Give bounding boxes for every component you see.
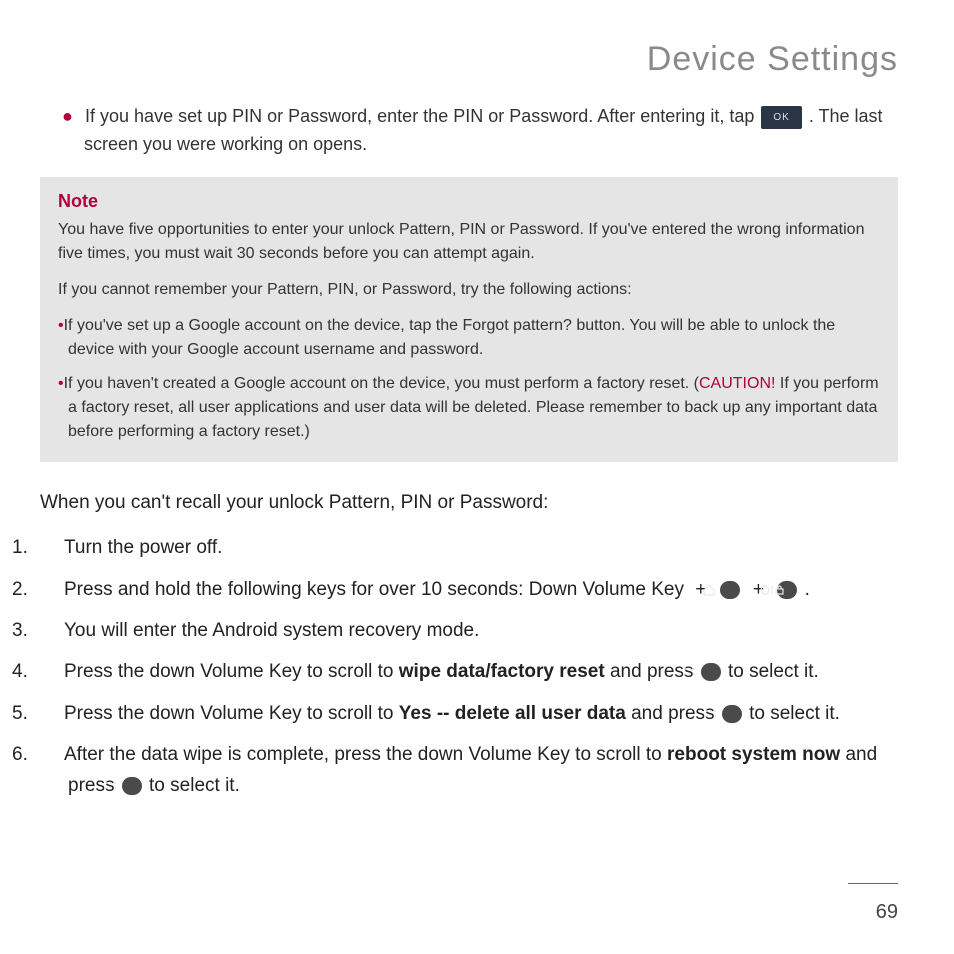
page-title: Device Settings — [40, 40, 898, 79]
step-3-text: You will enter the Android system recove… — [64, 620, 479, 641]
page-number: 69 — [876, 901, 898, 924]
step-6-bold: reboot system now — [667, 744, 840, 765]
step-5-pre: Press the down Volume Key to scroll to — [64, 703, 399, 724]
note-heading: Note — [58, 191, 880, 212]
note-bullet-2-pre: If you haven't created a Google account … — [64, 375, 699, 392]
power-lock-key-icon — [777, 581, 797, 599]
note-paragraph-2: If you cannot remember your Pattern, PIN… — [58, 278, 880, 302]
step-2-post: . — [805, 579, 810, 600]
caution-label: CAUTION! — [699, 375, 775, 392]
note-box: Note You have five opportunities to ente… — [40, 177, 898, 462]
step-4-bold: wipe data/factory reset — [399, 661, 605, 682]
ok-button-icon: OK — [761, 106, 801, 130]
menu-key-icon — [722, 705, 742, 723]
step-2: 2.Press and hold the following keys for … — [40, 574, 898, 605]
step-4: 4.Press the down Volume Key to scroll to… — [40, 656, 898, 687]
page-container: Device Settings ● If you have set up PIN… — [0, 0, 954, 954]
step-3: 3.You will enter the Android system reco… — [40, 615, 898, 646]
note-bullet-1: •If you've set up a Google account on th… — [58, 314, 880, 362]
note-bullet-1-text: If you've set up a Google account on the… — [64, 317, 836, 358]
footer-rule — [848, 883, 898, 884]
home-key-icon — [720, 581, 740, 599]
intro-text-pre: If you have set up PIN or Password, ente… — [85, 106, 759, 126]
step-2-pre: Press and hold the following keys for ov… — [64, 579, 684, 600]
menu-key-icon — [701, 663, 721, 681]
step-4-post: to select it. — [728, 661, 819, 682]
note-paragraph-1: You have five opportunities to enter you… — [58, 218, 880, 266]
menu-key-icon — [122, 777, 142, 795]
step-1: 1.Turn the power off. — [40, 532, 898, 563]
step-5-bold: Yes -- delete all user data — [399, 703, 626, 724]
step-6-post: to select it. — [149, 775, 240, 796]
step-6: 6.After the data wipe is complete, press… — [40, 739, 898, 802]
bullet-dot-icon: ● — [62, 103, 80, 131]
note-bullet-2: •If you haven't created a Google account… — [58, 372, 880, 444]
intro-bullet: ● If you have set up PIN or Password, en… — [84, 103, 898, 159]
step-5-post: to select it. — [749, 703, 840, 724]
body-lead: When you can't recall your unlock Patter… — [40, 488, 898, 518]
step-4-pre: Press the down Volume Key to scroll to — [64, 661, 399, 682]
step-6-pre: After the data wipe is complete, press t… — [64, 744, 667, 765]
step-5: 5.Press the down Volume Key to scroll to… — [40, 698, 898, 729]
step-1-text: Turn the power off. — [64, 537, 222, 558]
